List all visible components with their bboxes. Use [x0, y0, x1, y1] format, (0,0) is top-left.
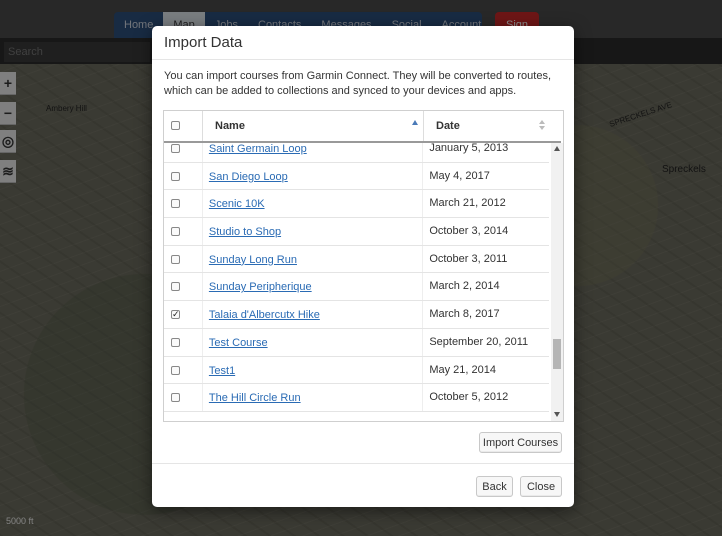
table-body: Saint Germain Loop January 5, 2013 San D…	[164, 143, 549, 421]
sort-ascending-icon	[412, 120, 418, 125]
column-header-name[interactable]: Name	[203, 111, 424, 141]
table-header: Name Date	[164, 111, 561, 143]
row-select-cell	[164, 384, 203, 411]
table-row: Studio to Shop October 3, 2014	[164, 218, 549, 246]
course-name-cell: Scenic 10K	[203, 190, 424, 218]
course-date-cell: January 5, 2013	[429, 143, 509, 154]
row-select-cell	[164, 328, 203, 356]
table-row: Scenic 10K March 21, 2012	[164, 190, 549, 219]
course-name-cell: Sunday Long Run	[203, 245, 424, 273]
scroll-down-icon[interactable]	[554, 412, 560, 417]
row-select-cell	[164, 245, 203, 273]
row-checkbox[interactable]	[171, 393, 180, 403]
course-link[interactable]: Studio to Shop	[209, 226, 281, 238]
course-name-cell: Talaia d'Albercutx Hike	[203, 301, 424, 328]
course-name-cell: Sunday Peripherique	[203, 273, 424, 301]
select-all-checkbox[interactable]	[171, 121, 180, 130]
row-checkbox-checked[interactable]: ✓	[171, 310, 180, 320]
row-select-cell	[164, 356, 203, 384]
course-date-cell: March 8, 2017	[429, 308, 500, 321]
back-button[interactable]: Back	[476, 476, 513, 497]
course-date-cell: May 21, 2014	[429, 363, 496, 376]
course-date-cell: October 3, 2011	[429, 252, 508, 265]
course-date-cell: May 4, 2017	[429, 169, 490, 182]
courses-table: Name Date Saint Germain Loop January 5, …	[163, 110, 564, 422]
table-row: Test1 May 21, 2014	[164, 356, 549, 385]
course-date-cell: October 3, 2014	[429, 225, 509, 238]
row-checkbox[interactable]	[171, 365, 180, 375]
course-name-cell: San Diego Loop	[203, 162, 424, 190]
table-row: ✓ Talaia d'Albercutx Hike March 8, 2017	[164, 301, 549, 329]
sort-up-icon	[539, 120, 545, 124]
table-row: Saint Germain Loop January 5, 2013	[164, 143, 549, 163]
column-header-name-label: Name	[215, 120, 245, 132]
column-header-date-label: Date	[436, 120, 460, 132]
header-select-all	[164, 111, 203, 141]
course-link[interactable]: Scenic 10K	[209, 198, 265, 210]
course-date-cell: March 2, 2014	[429, 280, 500, 293]
import-data-dialog: Import Data You can import courses from …	[152, 26, 574, 507]
row-select-cell: ✓	[164, 301, 203, 328]
row-checkbox[interactable]	[171, 227, 180, 237]
course-name-cell: Test Course	[203, 328, 424, 356]
row-checkbox[interactable]	[171, 199, 180, 209]
row-select-cell	[164, 143, 203, 162]
modal-header: Import Data	[152, 26, 574, 60]
row-select-cell	[164, 273, 203, 301]
row-checkbox[interactable]	[171, 171, 180, 181]
scrollbar-thumb[interactable]	[553, 339, 561, 369]
table-scrollbar[interactable]	[551, 143, 563, 421]
scroll-up-icon[interactable]	[554, 146, 560, 151]
course-link[interactable]: Sunday Long Run	[209, 254, 297, 266]
sort-down-icon	[539, 126, 545, 130]
course-name-cell: Test1	[203, 356, 424, 384]
table-row: Test Course September 20, 2011	[164, 328, 549, 357]
modal-title: Import Data	[164, 34, 243, 51]
course-name-cell: Studio to Shop	[203, 218, 424, 245]
table-row: San Diego Loop May 4, 2017	[164, 162, 549, 191]
course-link[interactable]: Test1	[209, 365, 235, 377]
course-date-cell: March 21, 2012	[429, 197, 506, 210]
table-row: The Hill Circle Run October 5, 2012	[164, 384, 549, 412]
row-select-cell	[164, 218, 203, 245]
course-name-cell: The Hill Circle Run	[203, 384, 424, 411]
course-date-cell: October 5, 2012	[429, 391, 509, 404]
row-checkbox[interactable]	[171, 254, 180, 264]
table-row: Sunday Long Run October 3, 2011	[164, 245, 549, 274]
course-link[interactable]: Saint Germain Loop	[209, 143, 307, 155]
row-select-cell	[164, 190, 203, 218]
table-row: Sunday Peripherique March 2, 2014	[164, 273, 549, 302]
course-link[interactable]: Test Course	[209, 337, 268, 349]
modal-description: You can import courses from Garmin Conne…	[164, 70, 552, 97]
course-date-cell: September 20, 2011	[429, 335, 529, 348]
table-rows: Saint Germain Loop January 5, 2013 San D…	[164, 143, 549, 412]
row-checkbox[interactable]	[171, 144, 180, 153]
course-link[interactable]: The Hill Circle Run	[209, 392, 301, 404]
modal-footer: Back Close	[152, 463, 574, 507]
course-name-cell: Saint Germain Loop	[203, 143, 424, 162]
column-header-date[interactable]: Date	[424, 111, 550, 141]
course-link[interactable]: San Diego Loop	[209, 171, 288, 183]
row-checkbox[interactable]	[171, 337, 180, 347]
course-link[interactable]: Sunday Peripherique	[209, 281, 312, 293]
row-checkbox[interactable]	[171, 282, 180, 292]
course-link[interactable]: Talaia d'Albercutx Hike	[209, 309, 320, 321]
close-button[interactable]: Close	[520, 476, 562, 497]
row-select-cell	[164, 162, 203, 190]
import-courses-button[interactable]: Import Courses	[479, 432, 562, 453]
